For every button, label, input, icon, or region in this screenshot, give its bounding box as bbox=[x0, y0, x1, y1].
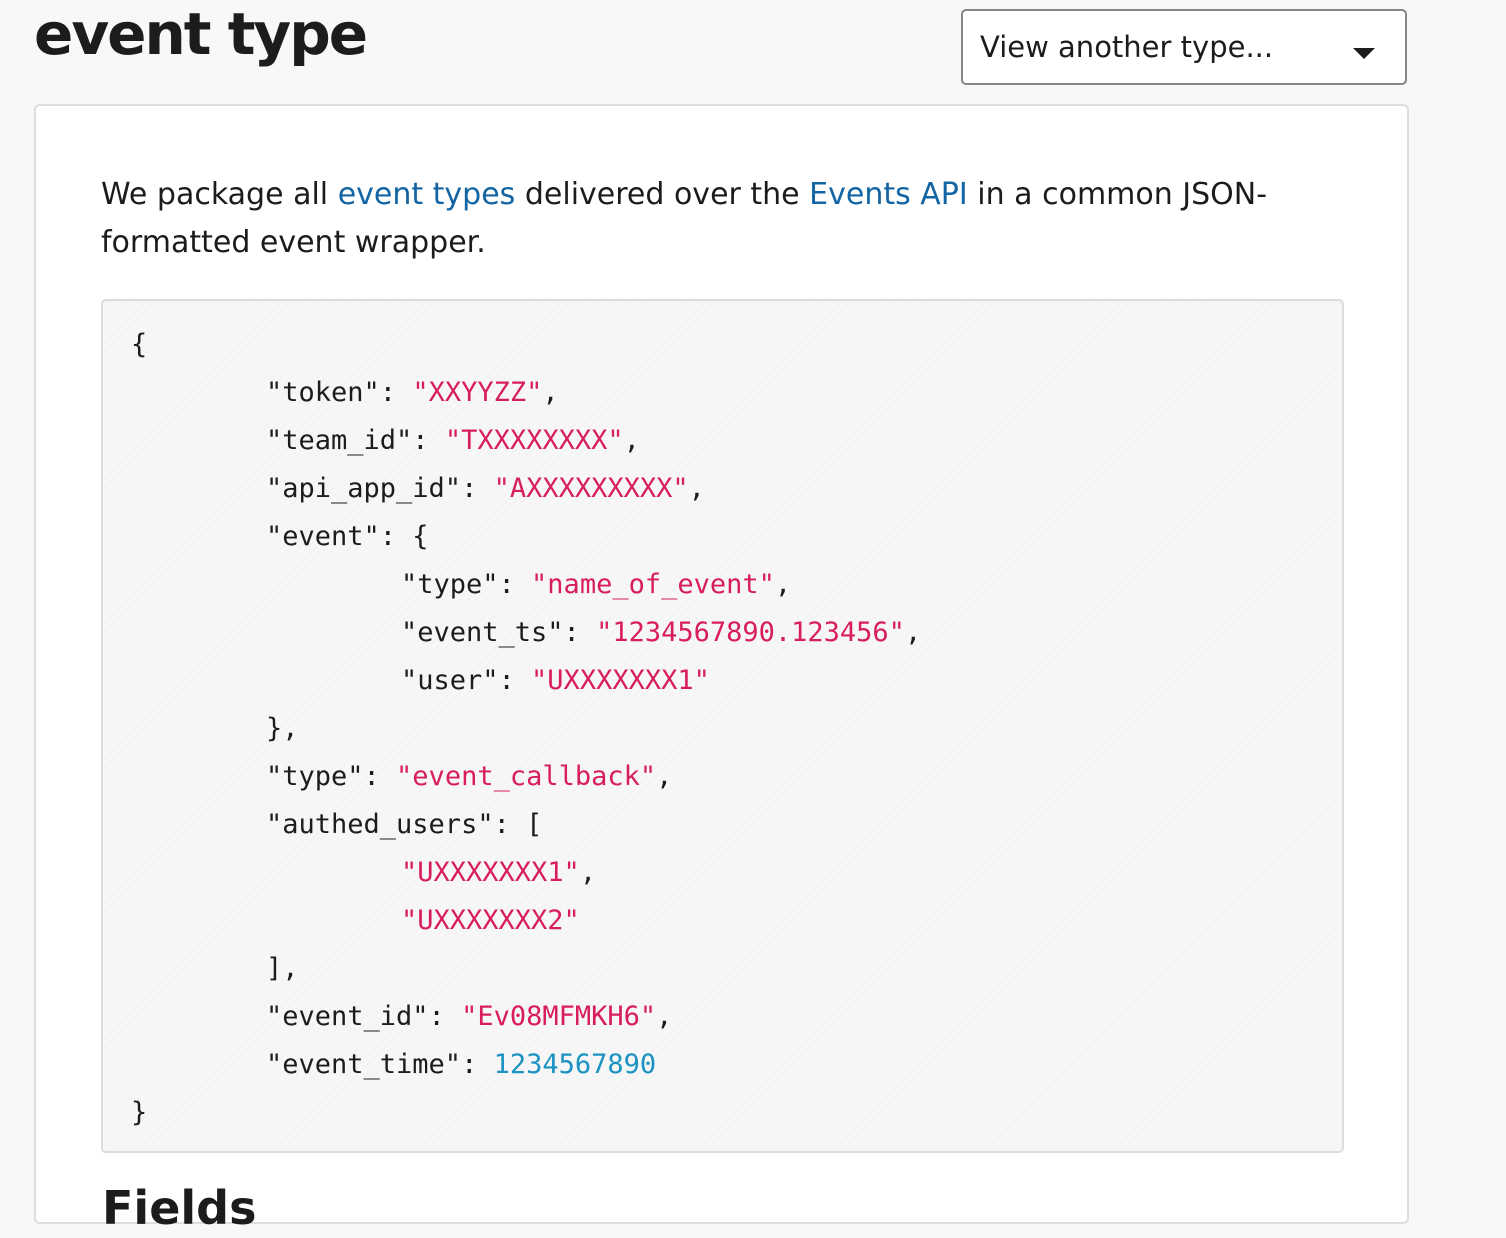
code-key: "team_id": bbox=[266, 425, 445, 456]
content-card: We package all event types delivered ove… bbox=[34, 104, 1409, 1235]
code-string: "XXYYZZ" bbox=[412, 377, 543, 408]
code-comma: , bbox=[774, 569, 792, 600]
code-line: "UXXXXXXX2" bbox=[131, 897, 1342, 945]
code-string: "event_callback" bbox=[396, 761, 657, 792]
code-key: "type": bbox=[266, 761, 397, 792]
code-key: "type": bbox=[401, 569, 532, 600]
code-line: "authed_users": [ bbox=[131, 801, 1342, 849]
events-api-link[interactable]: Events API bbox=[809, 177, 968, 212]
code-line: "token": "XXYYZZ", bbox=[131, 369, 1342, 417]
event-types-link[interactable]: event types bbox=[338, 177, 516, 212]
code-line: "UXXXXXXX1", bbox=[131, 849, 1342, 897]
code-close-brace: } bbox=[131, 1097, 148, 1128]
code-string: "TXXXXXXXX" bbox=[444, 425, 624, 456]
code-string: "name_of_event" bbox=[531, 569, 775, 600]
code-key: "token": bbox=[266, 377, 413, 408]
code-comma: , bbox=[542, 377, 559, 408]
caret-down-icon bbox=[1353, 48, 1375, 59]
code-key: "authed_users": [ bbox=[266, 809, 543, 840]
code-key: "event": { bbox=[266, 521, 429, 552]
code-key: "event_ts": bbox=[401, 617, 597, 648]
code-line: "event_id": "Ev08MFMKH6", bbox=[131, 993, 1342, 1041]
code-comma: , bbox=[579, 857, 597, 888]
event-type-select-value: View another type... bbox=[980, 30, 1274, 64]
code-close-bracket: ], bbox=[266, 953, 299, 984]
code-line: "event": { bbox=[131, 513, 1342, 561]
code-comma: , bbox=[656, 1001, 673, 1032]
code-open-brace: { bbox=[131, 329, 148, 360]
intro-paragraph: We package all event types delivered ove… bbox=[101, 171, 1361, 267]
code-line: { bbox=[131, 321, 1342, 369]
event-type-select[interactable]: View another type... bbox=[961, 9, 1407, 85]
code-line: } bbox=[131, 1089, 1342, 1137]
code-string: "AXXXXXXXXX" bbox=[493, 473, 689, 504]
code-line: "team_id": "TXXXXXXXX", bbox=[131, 417, 1342, 465]
code-line: "user": "UXXXXXXX1" bbox=[131, 657, 1342, 705]
json-code-block: { "token": "XXYYZZ", "team_id": "TXXXXXX… bbox=[101, 299, 1344, 1153]
code-string: "UXXXXXXX2" bbox=[401, 905, 580, 936]
code-key: "api_app_id": bbox=[266, 473, 494, 504]
code-line: }, bbox=[131, 705, 1342, 753]
code-line: "api_app_id": "AXXXXXXXXX", bbox=[131, 465, 1342, 513]
intro-text-1: We package all bbox=[101, 177, 338, 212]
page-title: event type bbox=[34, 0, 368, 68]
code-line: "type": "name_of_event", bbox=[131, 561, 1342, 609]
code-line: "event_ts": "1234567890.123456", bbox=[131, 609, 1342, 657]
intro-text-2: delivered over the bbox=[515, 177, 810, 212]
code-line: "event_time": 1234567890 bbox=[131, 1041, 1342, 1089]
code-comma: , bbox=[904, 617, 922, 648]
code-string: "UXXXXXXX1" bbox=[531, 665, 710, 696]
code-comma: , bbox=[623, 425, 640, 456]
code-key: "event_id": bbox=[266, 1001, 462, 1032]
code-comma: , bbox=[688, 473, 705, 504]
fields-heading: Fields bbox=[102, 1181, 257, 1235]
code-number: 1234567890 bbox=[493, 1049, 657, 1080]
code-string: "Ev08MFMKH6" bbox=[461, 1001, 657, 1032]
code-line: "type": "event_callback", bbox=[131, 753, 1342, 801]
code-close-brace: }, bbox=[266, 713, 299, 744]
code-string: "UXXXXXXX1" bbox=[401, 857, 580, 888]
code-string: "1234567890.123456" bbox=[596, 617, 905, 648]
code-key: "user": bbox=[401, 665, 532, 696]
code-line: ], bbox=[131, 945, 1342, 993]
code-key: "event_time": bbox=[266, 1049, 494, 1080]
code-comma: , bbox=[656, 761, 673, 792]
